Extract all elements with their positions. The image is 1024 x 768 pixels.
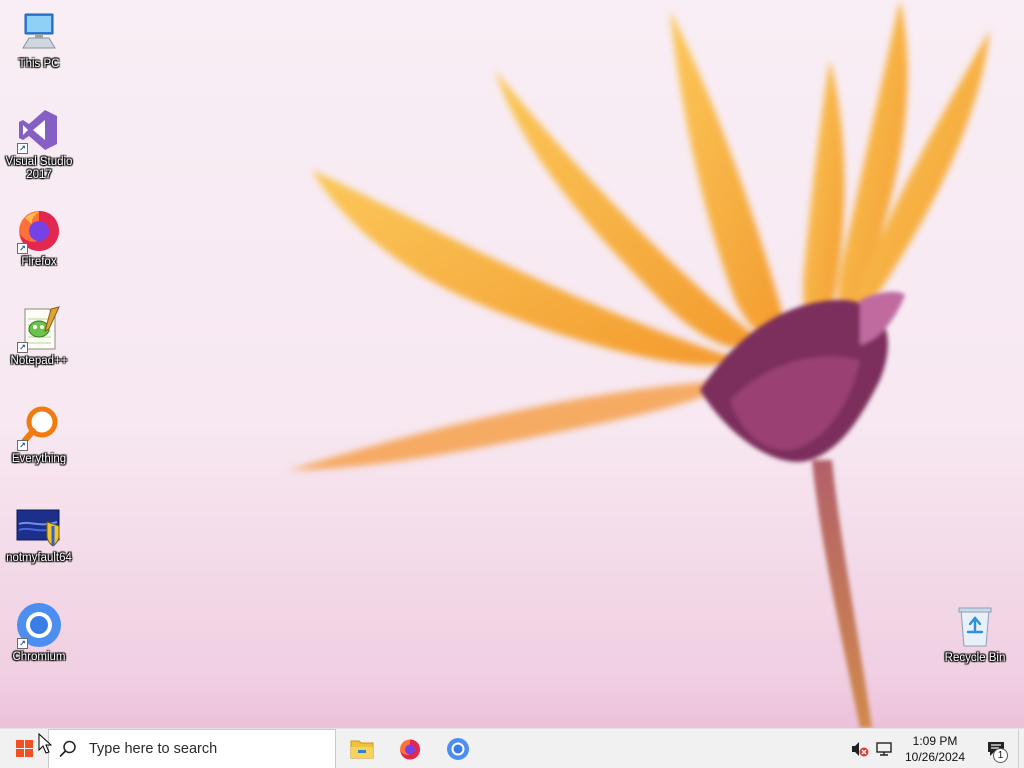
desktop-icon-this-pc[interactable]: This PC (0, 8, 78, 71)
desktop-icon-label: This PC (18, 58, 60, 70)
system-tray: 1:09 PM 10/26/2024 1 (848, 729, 1024, 768)
taskbar-chromium[interactable] (434, 729, 482, 768)
taskbar-firefox[interactable] (386, 729, 434, 768)
desktop-icon-notmyfault64[interactable]: notmyfault64 (0, 502, 78, 565)
firefox-icon (400, 739, 420, 759)
taskbar-file-explorer[interactable] (338, 729, 386, 768)
taskbar-clock[interactable]: 1:09 PM 10/26/2024 (900, 733, 970, 765)
shortcut-arrow-icon: ↗ (17, 440, 28, 451)
desktop-icon-visual-studio[interactable]: ↗ Visual Studio 2017 (0, 106, 78, 182)
volume-muted-button[interactable] (848, 729, 872, 768)
visual-studio-icon: ↗ (15, 106, 63, 154)
chromium-icon: ↗ (15, 601, 63, 649)
speaker-muted-icon (852, 742, 869, 757)
taskbar-search-box[interactable]: Type here to search (48, 728, 336, 768)
desktop-icon-everything[interactable]: ↗ Everything (0, 403, 78, 466)
network-button[interactable] (872, 729, 896, 768)
desktop-icon-label: Recycle Bin (944, 652, 1006, 664)
shortcut-arrow-icon: ↗ (17, 243, 28, 254)
shortcut-arrow-icon: ↗ (17, 638, 28, 649)
desktop-icon-label: Chromium (12, 651, 66, 663)
taskbar: Type here to search 1:09 PM 10/26/2024 1 (0, 728, 1024, 768)
desktop-icon-label: Visual Studio 2017 (5, 156, 73, 181)
desktop-icon-label: notmyfault64 (6, 552, 72, 564)
show-desktop-button[interactable] (1018, 729, 1024, 768)
notmyfault-icon (15, 502, 63, 550)
desktop-icon-firefox[interactable]: ↗ Firefox (0, 206, 78, 269)
search-icon (59, 740, 76, 757)
recycle-bin-icon (951, 602, 999, 650)
computer-icon (15, 8, 63, 56)
desktop-icon-label: Everything (11, 453, 67, 465)
desktop-icon-label: Firefox (21, 256, 57, 268)
shortcut-arrow-icon: ↗ (17, 143, 28, 154)
clock-date: 10/26/2024 (904, 750, 966, 764)
desktop-icon-label: Notepad++ (10, 355, 68, 367)
clock-time: 1:09 PM (912, 734, 958, 748)
desktop-icon-chromium[interactable]: ↗ Chromium (0, 601, 78, 664)
mouse-cursor-icon (38, 733, 52, 754)
firefox-icon: ↗ (15, 206, 63, 254)
desktop-wallpaper (0, 0, 1024, 728)
chromium-icon (447, 737, 469, 760)
everything-search-icon: ↗ (15, 403, 63, 451)
desktop-icon-recycle-bin[interactable]: Recycle Bin (936, 602, 1014, 665)
shortcut-arrow-icon: ↗ (17, 342, 28, 353)
notification-count-badge: 1 (993, 748, 1008, 763)
desktop-icon-notepad-plus-plus[interactable]: ↗ Notepad++ (0, 305, 78, 368)
search-placeholder: Type here to search (89, 740, 218, 757)
folder-icon (350, 740, 374, 758)
windows-logo-icon (15, 740, 33, 757)
action-center-button[interactable]: 1 (974, 729, 1018, 768)
network-icon (876, 742, 892, 756)
notepad-plus-plus-icon: ↗ (15, 305, 63, 353)
